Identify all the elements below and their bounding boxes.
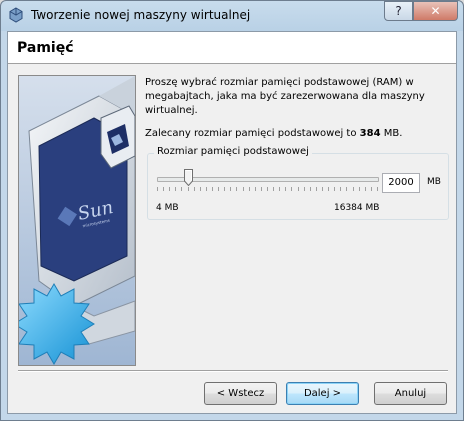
slider-tick [175, 187, 176, 191]
next-button[interactable]: Dalej > [286, 382, 359, 405]
slider-tick [365, 187, 366, 191]
slider-tick [181, 187, 182, 191]
recommend-suffix: MB. [380, 128, 403, 139]
slider-tick [304, 187, 305, 191]
slider-tick [322, 187, 323, 191]
slider-tick [249, 187, 250, 191]
slider-tick [218, 187, 219, 191]
memory-slider-thumb[interactable] [184, 169, 194, 187]
slider-tick [255, 187, 256, 191]
slider-tick [243, 187, 244, 191]
slider-tick [261, 187, 262, 191]
memory-unit-label: MB [427, 177, 441, 187]
footer-divider [18, 370, 448, 372]
wizard-header: Pamięć [8, 32, 456, 64]
slider-tick [188, 187, 189, 191]
memory-size-input[interactable]: 2000 [382, 173, 420, 193]
slider-tick [236, 187, 237, 191]
virtualbox-monitor-image: Sun microsystems [19, 76, 135, 365]
slider-min-label: 4 MB [156, 203, 179, 213]
slider-tick [285, 187, 286, 191]
instruction-text: Proszę wybrać rozmiar pamięci podstawowe… [145, 77, 425, 116]
slider-tick [359, 187, 360, 191]
slider-tick [353, 187, 354, 191]
slider-tick [328, 187, 329, 191]
help-button[interactable]: ? [384, 1, 413, 21]
slider-tick [163, 187, 164, 191]
slider-tick [206, 187, 207, 191]
page-title: Pamięć [17, 40, 74, 56]
cancel-button[interactable]: Anuluj [374, 382, 447, 405]
back-button[interactable]: < Wstecz [204, 382, 277, 405]
memory-slider-ticks [157, 187, 379, 192]
help-icon: ? [395, 4, 402, 18]
slider-tick [298, 187, 299, 191]
slider-tick [267, 187, 268, 191]
slider-tick [212, 187, 213, 191]
slider-tick [310, 187, 311, 191]
slider-tick [273, 187, 274, 191]
slider-max-label: 16384 MB [334, 203, 380, 213]
slider-tick [169, 187, 170, 191]
memory-group-label: Rozmiar pamięci podstawowej [154, 146, 312, 157]
slider-tick [334, 187, 335, 191]
slider-tick [200, 187, 201, 191]
slider-tick [316, 187, 317, 191]
slider-tick [377, 187, 378, 191]
slider-tick [157, 187, 158, 191]
slider-tick [340, 187, 341, 191]
slider-tick [230, 187, 231, 191]
virtualbox-icon [8, 7, 24, 23]
close-button[interactable]: ✕ [413, 1, 458, 21]
recommended-size-text: Zalecany rozmiar pamięci podstawowej to … [145, 128, 402, 139]
title-bar[interactable]: Tworzenie nowej maszyny wirtualnej ? ✕ [1, 1, 463, 31]
slider-tick [279, 187, 280, 191]
dialog-window: Tworzenie nowej maszyny wirtualnej ? ✕ P… [0, 0, 464, 421]
recommended-value: 384 [359, 128, 381, 139]
wizard-body: Pamięć Sun microsystems Proszę wybrać ro… [7, 31, 457, 414]
slider-tick [346, 187, 347, 191]
memory-size-group: Rozmiar pamięci podstawowej 4 MB 16384 M… [147, 146, 449, 220]
recommend-prefix: Zalecany rozmiar pamięci podstawowej to [145, 128, 360, 139]
window-title: Tworzenie nowej maszyny wirtualnej [31, 8, 251, 22]
slider-tick [224, 187, 225, 191]
slider-tick [291, 187, 292, 191]
slider-tick [371, 187, 372, 191]
close-icon: ✕ [430, 4, 441, 18]
wizard-image: Sun microsystems [18, 75, 136, 366]
slider-tick [194, 187, 195, 191]
